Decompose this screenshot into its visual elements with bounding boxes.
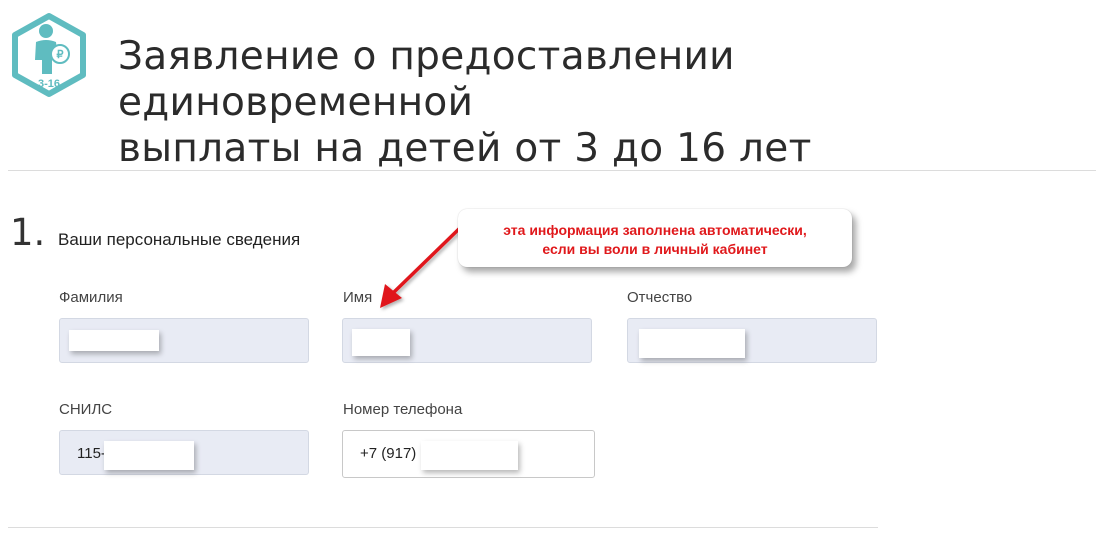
patronymic-label: Отчество xyxy=(627,289,693,306)
snils-field[interactable]: 115- xyxy=(59,430,309,475)
svg-text:₽: ₽ xyxy=(57,49,64,61)
phone-field[interactable]: +7 (917) xyxy=(342,430,595,478)
annotation-arrow-icon xyxy=(380,224,464,308)
section-divider xyxy=(8,527,878,528)
redaction-mask xyxy=(352,329,410,356)
first-name-label: Имя xyxy=(343,289,373,306)
redaction-mask xyxy=(421,441,518,470)
redaction-mask xyxy=(639,329,745,358)
section-number: 1. xyxy=(10,211,46,254)
annotation-line-2: если вы воли в личный кабинет xyxy=(542,241,768,257)
redaction-mask xyxy=(69,330,159,351)
page-title-line-2: выплаты на детей от 3 до 16 лет xyxy=(118,126,812,171)
section-title: Ваши персональные сведения xyxy=(58,230,301,249)
annotation-callout: эта информация заполнена автоматически, … xyxy=(458,209,852,267)
snils-value: 115- xyxy=(77,445,106,462)
first-name-field[interactable] xyxy=(342,318,592,363)
page-title-line-1: Заявление о предоставлении единовременно… xyxy=(118,34,735,125)
page-title: Заявление о предоставлении единовременно… xyxy=(118,34,1078,172)
phone-label: Номер телефона xyxy=(343,401,463,418)
snils-label: СНИЛС xyxy=(59,401,113,418)
patronymic-field[interactable] xyxy=(627,318,877,363)
app-logo: ₽ 3-16 xyxy=(8,12,90,98)
last-name-field[interactable] xyxy=(59,318,309,363)
annotation-line-1: эта информация заполнена автоматически, xyxy=(503,222,807,238)
last-name-label: Фамилия xyxy=(59,289,123,306)
svg-text:3-16: 3-16 xyxy=(38,78,60,90)
phone-value: +7 (917) xyxy=(360,445,417,462)
redaction-mask xyxy=(104,441,194,470)
child-ruble-badge-icon: ₽ 3-16 xyxy=(12,13,86,97)
header-divider xyxy=(8,170,1096,171)
